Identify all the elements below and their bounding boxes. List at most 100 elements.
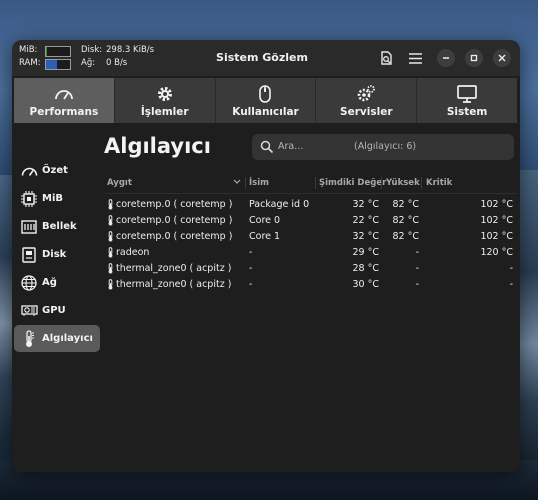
sensor-name-cell: - (249, 247, 253, 258)
device-cell: coretemp.0 ( coretemp ) (107, 197, 245, 213)
net-mini-value: 0 B/s (106, 58, 128, 68)
sidebar-item-sensors[interactable]: Algılayıcı (14, 325, 100, 352)
column-header-current[interactable]: Şimdiki Değer (319, 173, 386, 193)
column-divider (245, 177, 246, 189)
thermometer-icon (107, 247, 116, 258)
tab-performance[interactable]: Performans (14, 78, 115, 123)
search-input[interactable]: Ara... (Algılayıcı: 6) (252, 134, 514, 160)
tab-label: Servisler (340, 105, 393, 118)
sidebar-item-label: Disk (42, 249, 67, 260)
monitor-icon (457, 84, 477, 104)
current-value-cell: 28 °C (352, 263, 380, 274)
column-divider (421, 177, 422, 189)
current-value-cell: 30 °C (352, 279, 380, 290)
table-row[interactable]: coretemp.0 ( coretemp ) Core 1 32 °C 82 °C 1… (105, 229, 517, 245)
tab-label: İşlemler (140, 105, 189, 118)
current-value-cell: 22 °C (352, 215, 380, 226)
high-value-cell: 82 °C (392, 231, 420, 242)
sidebar-item-cpu[interactable]: MiB (14, 185, 100, 212)
sort-chevron-icon[interactable] (233, 173, 241, 193)
table-row[interactable]: coretemp.0 ( coretemp ) Package id 0 32 °C… (105, 197, 517, 213)
thermometer-icon (107, 199, 116, 210)
memory-icon (20, 219, 38, 235)
current-value-cell: 32 °C (352, 199, 380, 210)
main-tabs: Performans İşlemler Kullanıcılar Servisl… (14, 78, 517, 123)
minimize-icon (443, 57, 449, 59)
table-body: coretemp.0 ( coretemp ) Package id 0 32 °C… (105, 194, 517, 293)
thermometer-icon (107, 263, 116, 274)
sidebar-item-label: Bellek (42, 221, 77, 232)
sidebar-item-label: Ağ (42, 277, 57, 288)
minimize-button[interactable] (437, 49, 455, 67)
thermometer-icon (107, 231, 116, 242)
tab-label: Sistem (446, 105, 488, 118)
thermometer-icon (107, 279, 116, 290)
close-icon (498, 54, 506, 62)
sidebar-item-disk[interactable]: Disk (14, 241, 100, 268)
gauge-icon (20, 163, 38, 179)
column-header-name[interactable]: İsim (249, 173, 269, 193)
device-name: thermal_zone0 ( acpitz ) (116, 263, 232, 274)
menu-icon[interactable] (405, 48, 425, 68)
critical-value-cell: - (509, 279, 513, 290)
column-header-device[interactable]: Aygıt (107, 173, 132, 193)
close-button[interactable] (493, 49, 511, 67)
disk-icon (20, 246, 38, 263)
tab-users[interactable]: Kullanıcılar (215, 78, 317, 123)
cpu-icon (20, 190, 38, 207)
table-row[interactable]: thermal_zone0 ( acpitz ) - 30 °C - - (105, 277, 517, 293)
tab-services[interactable]: Servisler (316, 78, 418, 123)
sidebar-item-summary[interactable]: Özet (14, 157, 100, 184)
cpu-mini-bar (45, 46, 71, 57)
sidebar-item-network[interactable]: Ağ (14, 269, 100, 296)
column-divider (381, 177, 382, 189)
sidebar-item-label: GPU (42, 305, 66, 316)
window-title: Sistem Gözlem Merkezi (216, 51, 308, 100)
device-name: radeon (116, 247, 150, 258)
sensor-count: (Algılayıcı: 6) (354, 141, 417, 152)
column-header-critical[interactable]: Kritik (426, 173, 452, 193)
current-value-cell: 32 °C (352, 231, 380, 242)
ram-mini-fill (46, 60, 57, 69)
disk-mini-value: 298.3 KiB/s (106, 45, 155, 55)
table-row[interactable]: coretemp.0 ( coretemp ) Core 0 22 °C 82 °C 1… (105, 213, 517, 229)
critical-value-cell: 102 °C (480, 231, 513, 242)
critical-value-cell: 102 °C (480, 215, 513, 226)
tab-system[interactable]: Sistem (417, 78, 517, 123)
sidebar-item-memory[interactable]: Bellek (14, 213, 100, 240)
sensor-table: Aygıt İsim Şimdiki Değer Yüksek Kritik c… (105, 173, 517, 293)
tab-processes[interactable]: İşlemler (114, 78, 216, 123)
disk-mini-label: Disk: (81, 45, 103, 55)
table-row[interactable]: thermal_zone0 ( acpitz ) - 28 °C - - (105, 261, 517, 277)
mouse-icon (259, 84, 272, 104)
sidebar-item-gpu[interactable]: GPU (14, 297, 100, 324)
tab-label: Kullanıcılar (232, 105, 299, 118)
critical-value-cell: 102 °C (480, 199, 513, 210)
sensor-name-cell: Core 1 (249, 231, 281, 242)
device-name: coretemp.0 ( coretemp ) (116, 215, 233, 226)
device-cell: thermal_zone0 ( acpitz ) (107, 277, 245, 293)
maximize-icon (470, 54, 478, 62)
search-icon (260, 139, 274, 154)
sensor-name-cell: - (249, 263, 253, 274)
high-value-cell: - (415, 247, 419, 258)
device-cell: coretemp.0 ( coretemp ) (107, 229, 245, 245)
device-name: thermal_zone0 ( acpitz ) (116, 279, 232, 290)
maximize-button[interactable] (465, 49, 483, 67)
critical-value-cell: 120 °C (480, 247, 513, 258)
ram-mini-bar (45, 59, 71, 70)
table-row[interactable]: radeon - 29 °C - 120 °C (105, 245, 517, 261)
cpu-mini-label: MiB: (19, 45, 38, 55)
sidebar: Özet MiB Bellek Disk Ağ GPU Algılayıcı (14, 157, 100, 353)
device-cell: radeon (107, 245, 245, 261)
cpu-mini-fill (46, 47, 47, 56)
sidebar-item-label: Özet (42, 165, 68, 176)
device-cell: thermal_zone0 ( acpitz ) (107, 261, 245, 277)
column-header-high[interactable]: Yüksek (386, 173, 420, 193)
high-value-cell: - (415, 263, 419, 274)
sidebar-item-label: MiB (42, 193, 64, 204)
search-toggle-icon[interactable] (376, 48, 396, 68)
net-mini-label: Ağ: (81, 58, 96, 68)
sensor-name-cell: - (249, 279, 253, 290)
sensor-name-cell: Package id 0 (249, 199, 310, 210)
